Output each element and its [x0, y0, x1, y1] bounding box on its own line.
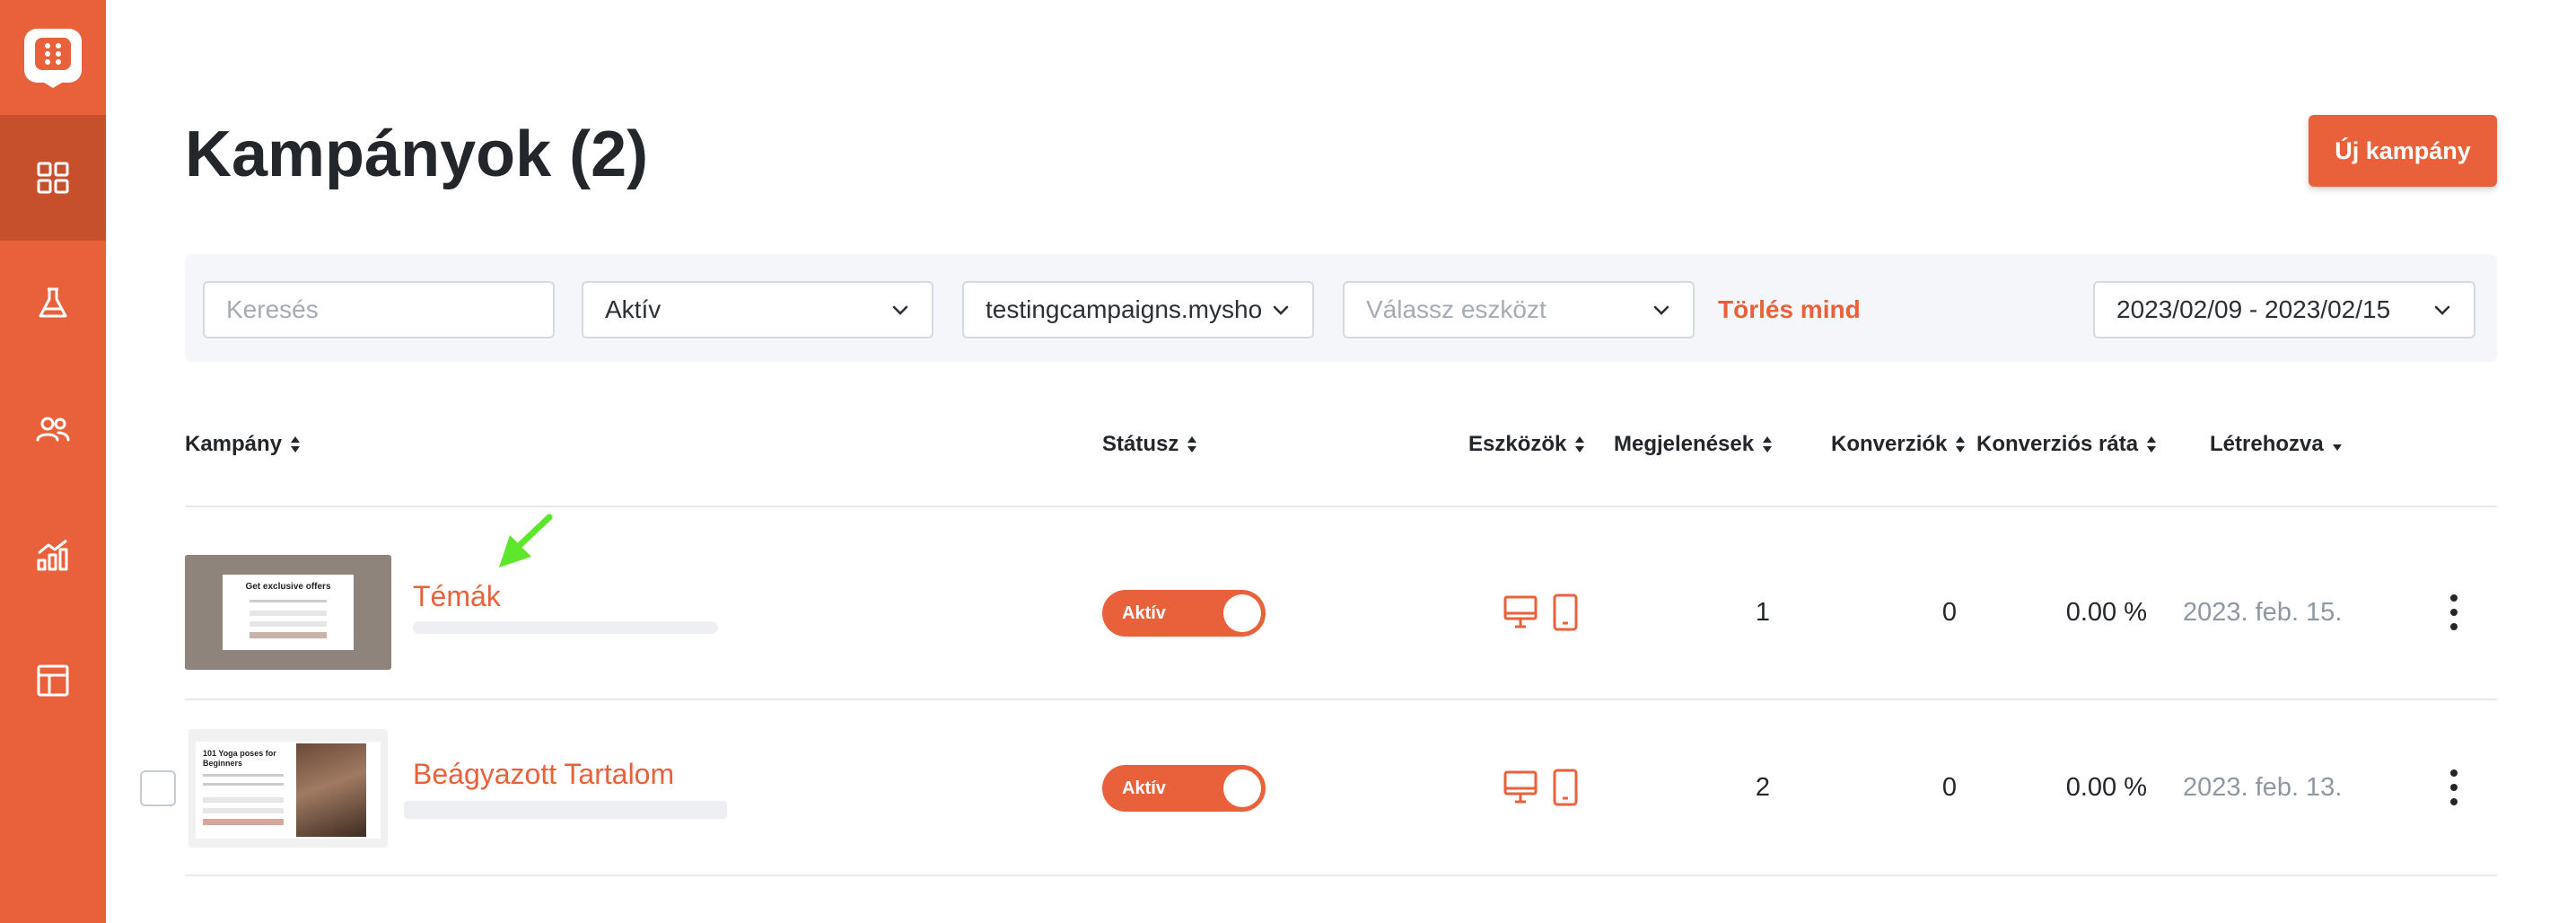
- thumbnail-popup: Get exclusive offers: [223, 575, 354, 650]
- row-select-checkbox[interactable]: [140, 770, 176, 806]
- thumbnail-line: [203, 783, 284, 786]
- campaign-thumbnail[interactable]: 101 Yoga poses for Beginners: [188, 729, 388, 848]
- device-select-placeholder: Válassz eszközt: [1366, 295, 1546, 323]
- table-divider: [185, 875, 2497, 876]
- chart-icon: [37, 539, 68, 571]
- mobile-icon: [1553, 593, 1578, 631]
- sort-icon: [1956, 436, 1966, 453]
- status-select[interactable]: Aktív: [582, 281, 933, 338]
- thumbnail-line: [203, 774, 284, 777]
- column-header-status[interactable]: Státusz: [1102, 431, 1198, 458]
- status-toggle[interactable]: Aktív: [1102, 765, 1266, 812]
- thumbnail-line: [250, 611, 327, 616]
- column-header-label: Létrehozva: [2210, 432, 2324, 456]
- table-divider: [185, 505, 2497, 507]
- impressions-value: 2: [1755, 773, 1770, 802]
- domain-select-value: testingcampaigns.mysho: [986, 295, 1263, 323]
- domain-select[interactable]: testingcampaigns.mysho: [962, 281, 1314, 338]
- sort-icon: [291, 436, 301, 453]
- conversions-value: 0: [1941, 598, 1957, 627]
- thumbnail-line: [203, 797, 284, 803]
- layout-icon: [37, 664, 69, 697]
- desktop-icon: [1503, 770, 1538, 804]
- more-options-icon[interactable]: [2443, 765, 2465, 810]
- created-date: 2023. feb. 15.: [2183, 598, 2343, 627]
- conversion-rate-value: 0.00 %: [2065, 773, 2147, 802]
- sidebar-item-experiments[interactable]: [0, 241, 106, 366]
- thumbnail-title: Get exclusive offers: [245, 582, 331, 592]
- column-header-conversion-rate[interactable]: Konverziós ráta: [1976, 431, 2158, 458]
- column-header-label: Megjelenések: [1614, 432, 1755, 456]
- new-campaign-button[interactable]: Új kampány: [2309, 115, 2497, 187]
- status-toggle[interactable]: Aktív: [1102, 590, 1266, 637]
- date-range-select[interactable]: 2023/02/09 - 2023/02/15: [2093, 281, 2475, 338]
- column-header-devices[interactable]: Eszközök: [1468, 431, 1586, 458]
- flask-icon: [39, 287, 67, 318]
- column-header-label: Konverziós ráta: [1976, 432, 2139, 456]
- column-header-conversions[interactable]: Konverziók: [1831, 431, 1967, 458]
- more-options-icon[interactable]: [2443, 590, 2465, 635]
- column-header-label: Kampány: [185, 432, 283, 456]
- mobile-icon: [1553, 769, 1578, 806]
- conversion-rate-value: 0.00 %: [2065, 598, 2147, 627]
- thumbnail-line: [250, 600, 327, 602]
- chevron-down-icon: [1273, 305, 1289, 315]
- desktop-icon: [1503, 595, 1538, 629]
- thumbnail-line: [203, 808, 284, 813]
- sort-down-icon: [2332, 444, 2342, 451]
- toggle-knob: [1223, 594, 1261, 632]
- sort-icon: [1763, 436, 1773, 453]
- thumbnail-image: [296, 743, 366, 837]
- campaign-name-link[interactable]: Beágyazott Tartalom: [413, 758, 674, 791]
- status-toggle-label: Aktív: [1122, 603, 1166, 623]
- sidebar-item-users[interactable]: [0, 366, 106, 492]
- thumbnail-line: [250, 621, 327, 627]
- filter-bar: Keresés Aktív testingcampaigns.mysho Vál…: [185, 254, 2497, 362]
- sidebar-item-templates[interactable]: [0, 618, 106, 743]
- created-date: 2023. feb. 13.: [2183, 773, 2343, 802]
- toggle-knob: [1223, 769, 1261, 807]
- impressions-value: 1: [1755, 598, 1770, 627]
- date-range-value: 2023/02/09 - 2023/02/15: [2116, 295, 2391, 323]
- page-title: Kampányok (2): [185, 119, 649, 190]
- column-header-label: Státusz: [1102, 432, 1179, 456]
- status-toggle-label: Aktív: [1122, 778, 1166, 798]
- column-header-created[interactable]: Létrehozva: [2210, 431, 2344, 458]
- device-select[interactable]: Válassz eszközt: [1343, 281, 1695, 338]
- app-logo-icon: [24, 29, 82, 88]
- thumbnail-button: [203, 819, 284, 825]
- column-header-campaign[interactable]: Kampány: [185, 431, 302, 458]
- sort-icon: [1187, 436, 1197, 453]
- table-divider: [185, 699, 2497, 700]
- status-select-value: Aktív: [605, 295, 662, 323]
- grid-icon: [37, 162, 69, 194]
- chevron-down-icon: [1653, 305, 1669, 315]
- sidebar-item-dashboard[interactable]: [0, 115, 106, 241]
- app-logo[interactable]: [0, 0, 106, 115]
- campaign-name-link[interactable]: Témák: [413, 580, 501, 613]
- campaign-meta-redacted: [413, 621, 718, 634]
- search-placeholder: Keresés: [226, 295, 319, 323]
- campaign-thumbnail[interactable]: Get exclusive offers: [185, 555, 391, 670]
- sort-icon: [2147, 436, 2157, 453]
- thumbnail-title: 101 Yoga poses for Beginners: [203, 749, 276, 768]
- clear-all-link[interactable]: Törlés mind: [1718, 286, 1861, 333]
- chevron-down-icon: [2434, 305, 2450, 315]
- column-header-impressions[interactable]: Megjelenések: [1614, 431, 1774, 458]
- campaign-meta-redacted: [404, 801, 727, 819]
- sort-icon: [1575, 436, 1585, 453]
- annotation-arrow-icon: [499, 514, 553, 567]
- chevron-down-icon: [892, 305, 908, 315]
- thumbnail-page: 101 Yoga poses for Beginners: [196, 742, 381, 839]
- users-icon: [36, 417, 70, 442]
- sidebar-item-analytics[interactable]: [0, 492, 106, 618]
- search-input[interactable]: Keresés: [203, 281, 555, 338]
- conversions-value: 0: [1941, 773, 1957, 802]
- sidebar: [0, 0, 106, 923]
- thumbnail-button: [250, 632, 327, 638]
- column-header-label: Konverziók: [1831, 432, 1948, 456]
- column-header-label: Eszközök: [1468, 432, 1567, 456]
